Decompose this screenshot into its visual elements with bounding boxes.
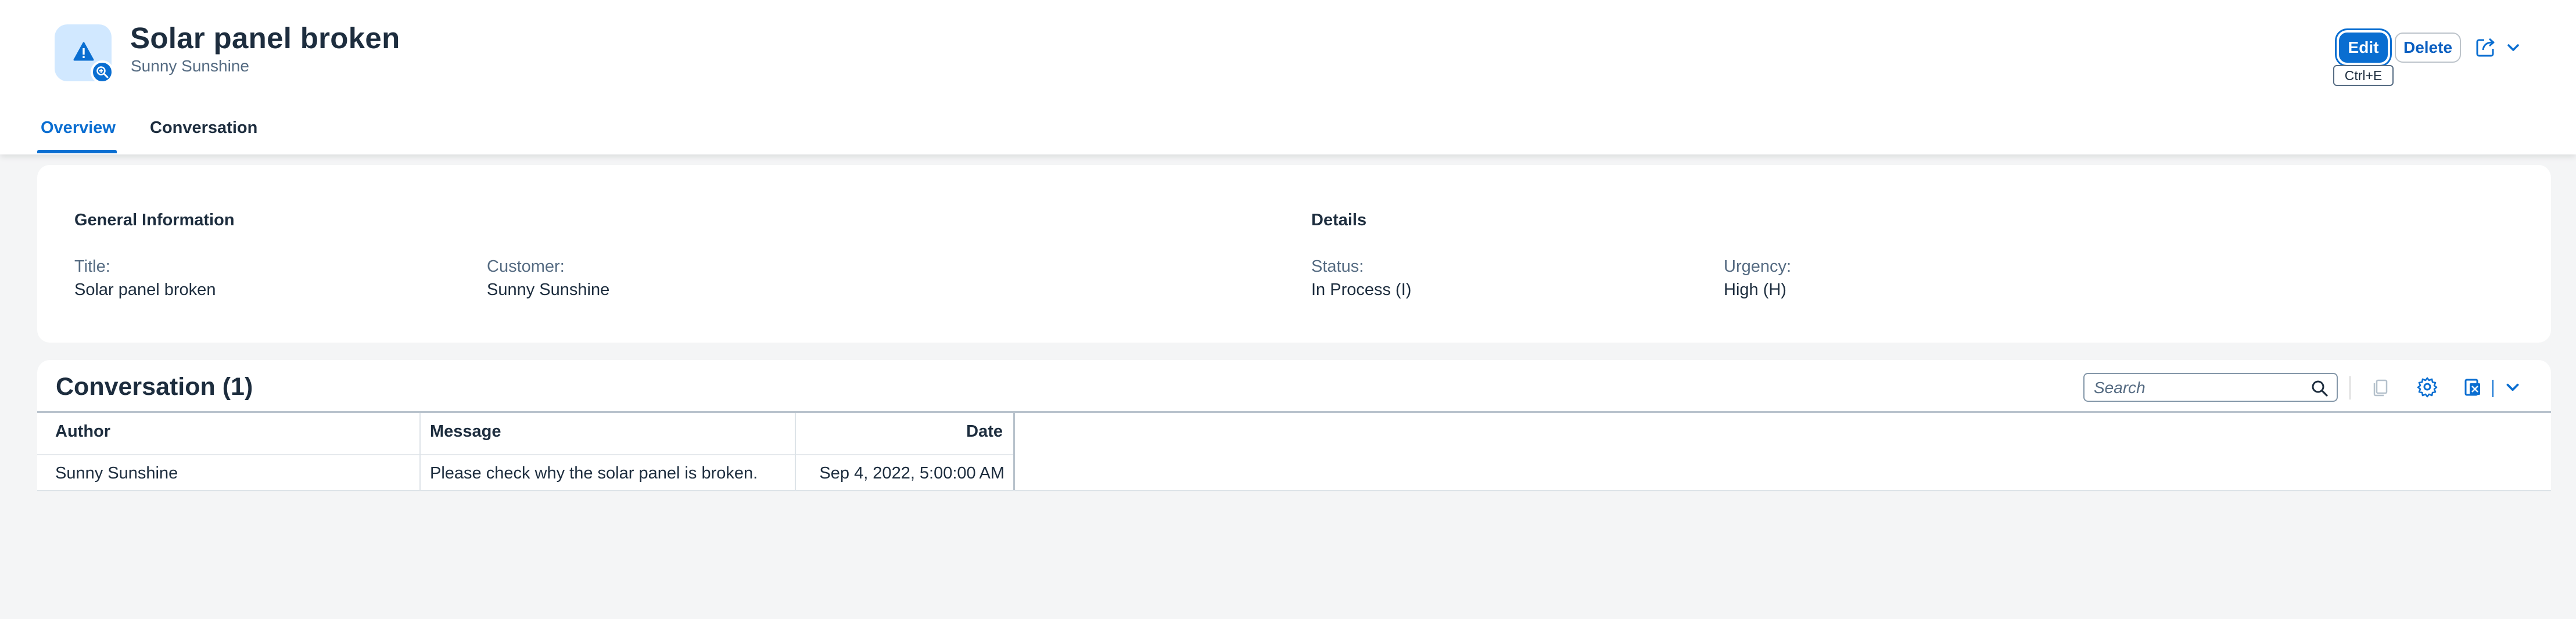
urgency-label: Urgency: [1724,257,1792,276]
toolbar-separator [2349,376,2351,400]
search-icon[interactable] [2311,380,2329,397]
status-label: Status: [1311,257,1364,276]
column-divider [795,413,796,491]
status-value: In Process (I) [1311,280,1412,299]
zoom-in-icon [91,60,114,84]
details-heading: Details [1311,211,1367,229]
column-divider [419,413,421,491]
table-cell-author[interactable]: Sunny Sunshine [55,464,178,483]
warning-icon [73,42,94,61]
export-separator [2492,380,2494,397]
share-menu-chevron-down-icon[interactable] [2505,39,2521,56]
share-icon[interactable] [2475,36,2497,58]
export-icon[interactable] [2461,375,2484,398]
export-menu-chevron-down-icon[interactable] [2504,379,2521,396]
column-header-date[interactable]: Date [897,422,1003,441]
copy-icon[interactable] [2369,375,2392,398]
delete-button[interactable]: Delete [2395,33,2461,63]
tab-conversation[interactable]: Conversation [150,118,257,138]
conversation-section: Conversation (1) Author Message Date Sun… [37,360,2551,491]
edit-button[interactable]: Edit [2339,33,2388,63]
page-title: Solar panel broken [130,21,400,55]
general-information-heading: General Information [74,211,235,229]
conversation-title: Conversation (1) [56,373,253,401]
object-avatar [55,24,114,84]
settings-icon[interactable] [2416,375,2439,398]
title-value: Solar panel broken [74,280,216,299]
table-cell-message[interactable]: Please check why the solar panel is brok… [430,464,758,483]
tab-selected-indicator [37,150,117,153]
customer-value: Sunny Sunshine [487,280,610,299]
column-header-author[interactable]: Author [55,422,110,441]
page-subtitle: Sunny Sunshine [131,57,249,75]
column-divider [1013,413,1015,491]
tab-overview[interactable]: Overview [41,118,116,138]
header-row-divider [37,454,1013,455]
urgency-value: High (H) [1724,280,1786,299]
edit-shortcut-tooltip: Ctrl+E [2333,65,2394,86]
search-field[interactable] [2083,373,2338,402]
title-label: Title: [74,257,110,276]
object-page-header: Solar panel broken Sunny Sunshine Edit D… [0,0,2576,154]
overview-section: General Information Title: Solar panel b… [37,165,2551,343]
table-bottom-border [37,490,2551,491]
table-top-border [37,411,2551,413]
column-header-message[interactable]: Message [430,422,501,441]
customer-label: Customer: [487,257,565,276]
search-input[interactable] [2093,377,2304,398]
table-cell-date[interactable]: Sep 4, 2022, 5:00:00 AM [804,464,1004,483]
